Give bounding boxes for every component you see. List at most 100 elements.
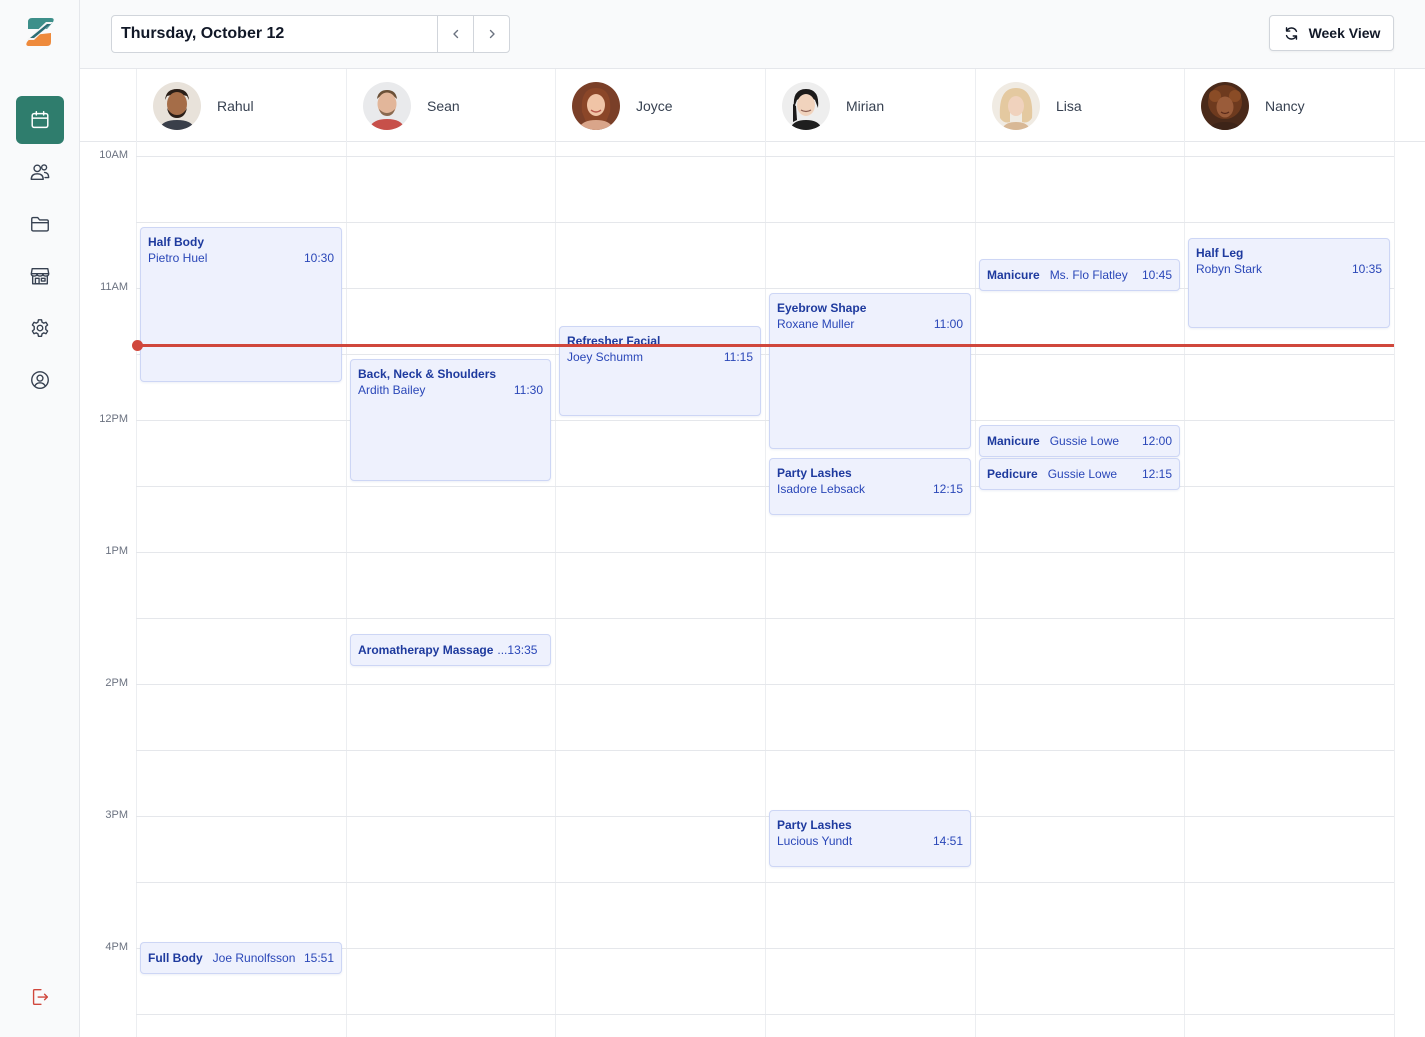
week-view-button[interactable]: Week View bbox=[1269, 15, 1394, 51]
staff-name: Lisa bbox=[1056, 97, 1082, 114]
appointment-client: Gussie Lowe bbox=[1047, 467, 1118, 481]
avatar bbox=[153, 81, 201, 130]
calendar-app: Thursday, October 12 Week View Rahul Sea… bbox=[0, 0, 1425, 1037]
calendar-grid: 10AM 11AM 12PM 1PM 2PM 3PM 4PM Half Body… bbox=[80, 142, 1425, 1037]
hour-label: 10AM bbox=[99, 149, 128, 161]
staff-name: Rahul bbox=[217, 97, 254, 114]
staff-name: Joyce bbox=[636, 97, 673, 114]
previous-day-button[interactable] bbox=[437, 16, 473, 52]
staff-column-nancy[interactable]: Nancy bbox=[1185, 69, 1394, 142]
appointment-time: 10:45 bbox=[1141, 268, 1172, 282]
column-divider bbox=[765, 142, 766, 1037]
nav-calendar[interactable] bbox=[16, 96, 64, 144]
folder-icon bbox=[31, 216, 49, 232]
staff-column-joyce[interactable]: Joyce bbox=[556, 69, 765, 142]
hour-line bbox=[136, 420, 1394, 421]
appointment-client: Isadore Lebsack bbox=[777, 482, 866, 496]
appointment-client: ... bbox=[497, 643, 508, 657]
hour-line bbox=[136, 552, 1394, 553]
appointment-card[interactable]: Party Lashes Isadore Lebsack 12:15 bbox=[769, 458, 971, 515]
logout-icon bbox=[32, 988, 49, 1006]
appointment-card[interactable]: Full Body Joe Runolfsson 15:51 bbox=[140, 942, 342, 974]
hour-label: 3PM bbox=[105, 809, 128, 821]
column-divider bbox=[136, 142, 137, 1037]
calendar-icon bbox=[31, 111, 49, 129]
hour-line bbox=[136, 684, 1394, 685]
half-hour-line bbox=[136, 882, 1394, 883]
appointment-time: 11:00 bbox=[933, 317, 963, 331]
appointment-client: Lucious Yundt bbox=[777, 834, 853, 848]
column-divider bbox=[1394, 142, 1395, 1037]
appointment-client: Joe Runolfsson bbox=[212, 951, 296, 965]
appointment-client: Ardith Bailey bbox=[358, 383, 426, 397]
logout-button[interactable] bbox=[16, 973, 64, 1021]
appointment-service: Pedicure bbox=[987, 467, 1038, 481]
appointment-service: Back, Neck & Shoulders bbox=[358, 367, 497, 381]
appointment-card[interactable]: Half Leg Robyn Stark 10:35 bbox=[1188, 238, 1390, 328]
staff-column-lisa[interactable]: Lisa bbox=[976, 69, 1184, 142]
appointment-card[interactable]: Manicure Gussie Lowe 12:00 bbox=[979, 425, 1180, 457]
current-date[interactable]: Thursday, October 12 bbox=[112, 16, 437, 52]
top-bar: Thursday, October 12 Week View bbox=[80, 0, 1425, 69]
users-icon bbox=[30, 164, 50, 181]
column-divider bbox=[975, 142, 976, 1037]
appointment-service: Half Body bbox=[148, 235, 205, 249]
date-picker: Thursday, October 12 bbox=[111, 15, 510, 53]
chevron-right-icon bbox=[489, 29, 495, 39]
hour-label: 2PM bbox=[105, 677, 128, 689]
avatar bbox=[572, 81, 620, 130]
appointment-time: 10:35 bbox=[1351, 262, 1382, 276]
appointment-service: Party Lashes bbox=[777, 818, 852, 832]
appointment-time: 15:51 bbox=[303, 951, 334, 965]
appointment-card[interactable]: Refresher Facial Joey Schumm 11:15 bbox=[559, 326, 761, 416]
avatar bbox=[992, 81, 1040, 130]
appointment-time: 11:30 bbox=[513, 383, 543, 397]
nav-profile[interactable] bbox=[16, 356, 64, 404]
nav-store[interactable] bbox=[16, 252, 64, 300]
half-hour-line bbox=[136, 750, 1394, 751]
appointment-client: Ms. Flo Flatley bbox=[1049, 268, 1128, 282]
appointment-service: Manicure bbox=[987, 268, 1040, 282]
nav-settings[interactable] bbox=[16, 304, 64, 352]
hour-line bbox=[136, 816, 1394, 817]
half-hour-line bbox=[136, 1014, 1394, 1015]
appointment-time: 11:15 bbox=[723, 350, 753, 364]
current-time-dot bbox=[132, 340, 143, 351]
column-divider bbox=[555, 142, 556, 1037]
staff-column-mirian[interactable]: Mirian bbox=[766, 69, 975, 142]
staff-column-rahul[interactable]: Rahul bbox=[137, 69, 346, 142]
app-logo[interactable] bbox=[24, 16, 56, 48]
appointment-service: Aromatherapy Massage bbox=[358, 643, 494, 657]
appointment-card[interactable]: Manicure Ms. Flo Flatley 10:45 bbox=[979, 259, 1180, 291]
appointment-card[interactable]: Aromatherapy Massage ... 13:35 bbox=[350, 634, 551, 666]
avatar bbox=[782, 81, 830, 130]
current-time-line bbox=[137, 344, 1394, 347]
appointment-client: Gussie Lowe bbox=[1049, 434, 1120, 448]
hour-line bbox=[136, 156, 1394, 157]
half-hour-line bbox=[136, 486, 1394, 487]
hour-label: 12PM bbox=[99, 413, 128, 425]
appointment-card[interactable]: Party Lashes Lucious Yundt 14:51 bbox=[769, 810, 971, 867]
appointment-time: 12:15 bbox=[932, 482, 963, 496]
appointment-card[interactable]: Half Body Pietro Huel 10:30 bbox=[140, 227, 342, 382]
appointment-client: Roxane Muller bbox=[777, 317, 855, 331]
column-divider bbox=[346, 142, 347, 1037]
nav-clients[interactable] bbox=[16, 148, 64, 196]
staff-column-sean[interactable]: Sean bbox=[347, 69, 555, 142]
next-day-button[interactable] bbox=[473, 16, 509, 52]
chevron-left-icon bbox=[452, 29, 458, 39]
hour-label: 1PM bbox=[105, 545, 128, 557]
nav-files[interactable] bbox=[16, 200, 64, 248]
appointment-card[interactable]: Pedicure Gussie Lowe 12:15 bbox=[979, 458, 1180, 490]
appointment-client: Joey Schumm bbox=[567, 350, 644, 364]
appointment-card[interactable]: Eyebrow Shape Roxane Muller 11:00 bbox=[769, 293, 971, 449]
refresh-icon bbox=[1285, 26, 1297, 40]
week-view-label: Week View bbox=[1308, 25, 1381, 41]
appointment-service: Manicure bbox=[987, 434, 1040, 448]
hour-label: 4PM bbox=[105, 941, 128, 953]
gear-icon bbox=[31, 319, 49, 337]
staff-header: Rahul Sean Joyce Mirian Lisa Nancy bbox=[80, 69, 1425, 142]
store-icon bbox=[30, 267, 50, 285]
half-hour-line bbox=[136, 222, 1394, 223]
appointment-card[interactable]: Back, Neck & Shoulders Ardith Bailey 11:… bbox=[350, 359, 551, 481]
